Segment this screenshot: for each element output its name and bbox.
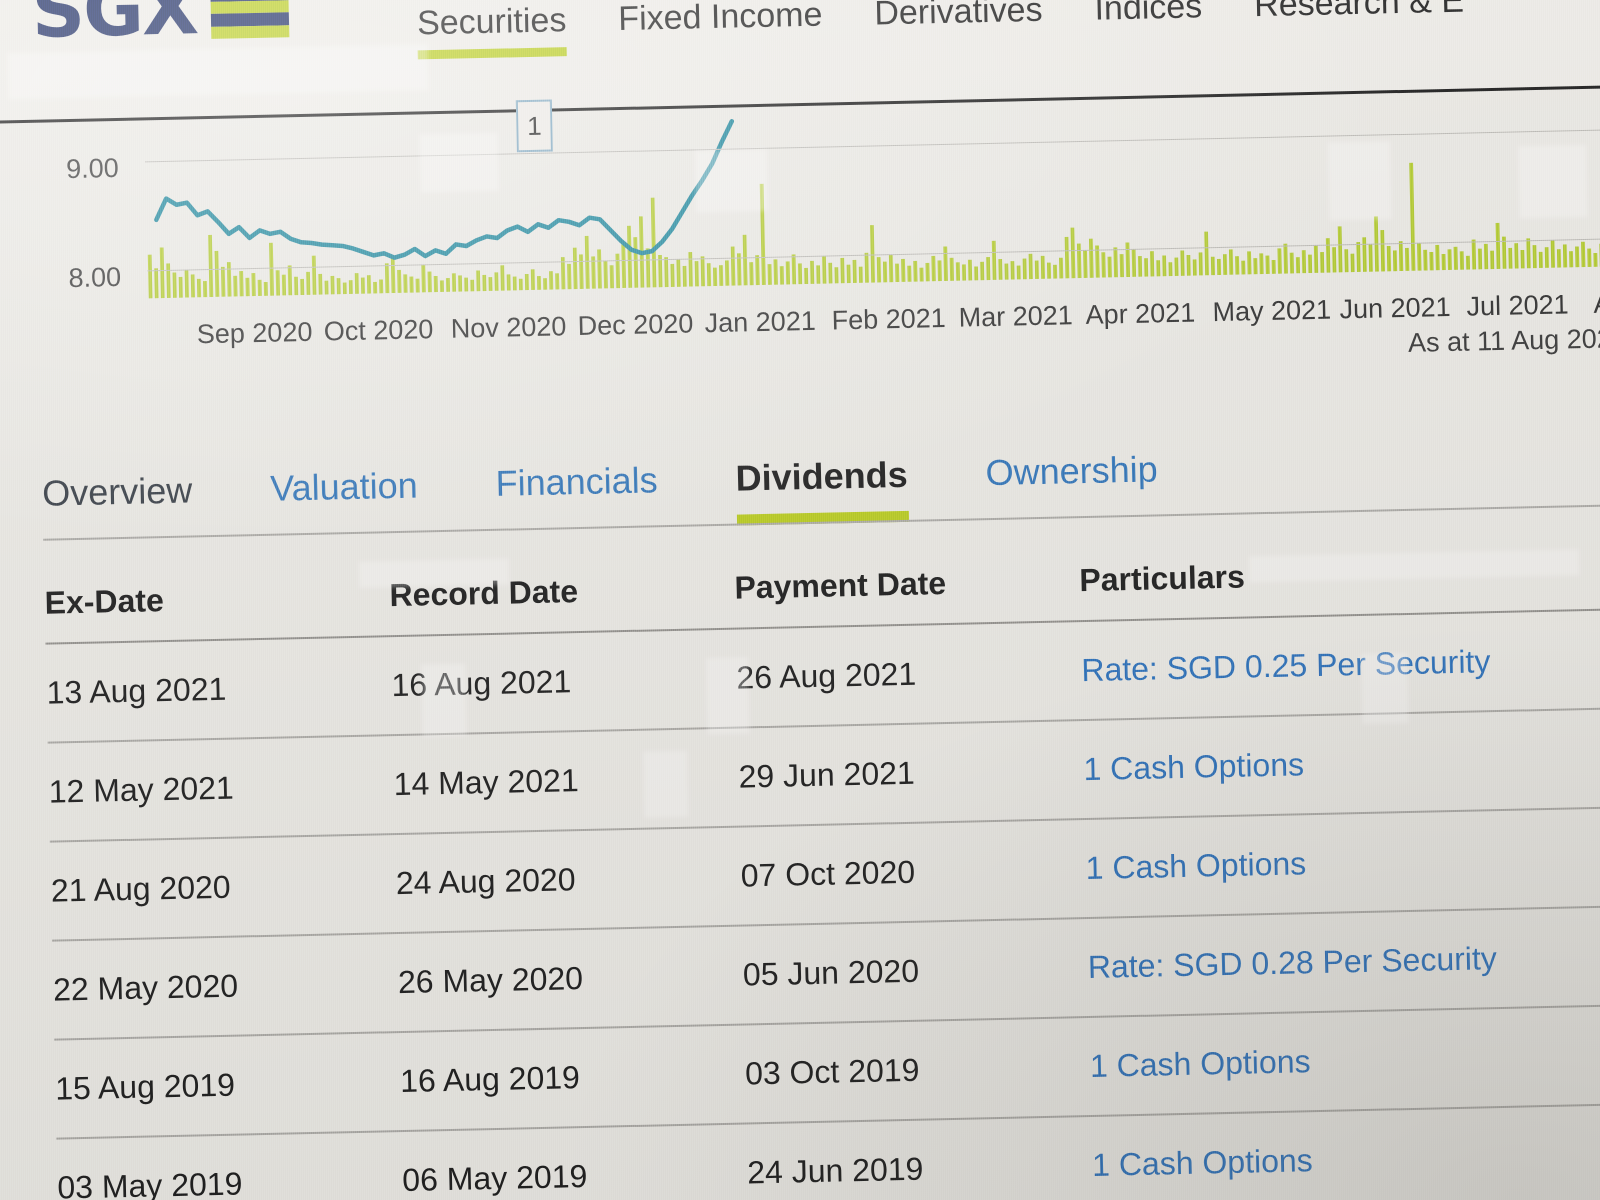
x-axis-tick: Feb 2021 (831, 302, 947, 336)
x-axis-tick: Jul 2021 (1466, 289, 1569, 322)
dividend-ex-date: 22 May 2020 (52, 967, 239, 1008)
column-header-particulars[interactable]: Particulars (1079, 549, 1600, 599)
x-axis-tick: May 2021 (1212, 294, 1332, 328)
dividend-payment-date: 24 Jun 2019 (746, 1150, 924, 1191)
dividend-record-date: 26 May 2020 (397, 960, 584, 1001)
dividend-ex-date: 13 Aug 2021 (46, 670, 227, 711)
browser-viewport: SGX Securities Fixed Income Derivatives Ind… (0, 0, 1600, 1200)
tab-dividends[interactable]: Dividends (735, 454, 908, 526)
x-axis-tick: Sep 2020 (196, 316, 313, 350)
dividend-record-date: 24 Aug 2020 (395, 861, 576, 902)
tab-ownership[interactable]: Ownership (985, 448, 1159, 520)
column-header-record-date[interactable]: Record Date (389, 569, 735, 614)
dividend-payment-date: 07 Oct 2020 (740, 853, 916, 894)
dividend-ex-date: 03 May 2019 (57, 1165, 243, 1200)
dividend-particulars-link[interactable]: 1 Cash Options (1092, 1134, 1600, 1184)
dividend-particulars-link[interactable]: 1 Cash Options (1090, 1035, 1600, 1085)
x-axis-tick: Jun 2021 (1339, 291, 1451, 325)
x-axis-tick: Apr 2021 (1085, 297, 1196, 330)
dividend-record-date: 06 May 2019 (401, 1157, 588, 1199)
screen-photo: SGX Securities Fixed Income Derivatives Ind… (0, 0, 1600, 1200)
dividend-particulars-link[interactable]: 1 Cash Options (1083, 738, 1600, 788)
tab-overview[interactable]: Overview (42, 469, 193, 540)
dividend-particulars-link[interactable]: Rate: SGD 0.28 Per Security (1087, 936, 1600, 986)
x-axis-tick: Mar 2021 (958, 300, 1074, 333)
dividend-record-date: 16 Aug 2019 (399, 1059, 581, 1100)
x-axis-tick: Oct 2020 (323, 314, 434, 347)
dividend-payment-date: 05 Jun 2020 (742, 952, 920, 993)
dividend-ex-date: 21 Aug 2020 (50, 868, 232, 909)
chart-svg (147, 118, 1600, 299)
y-axis-tick-9: 9.00 (65, 152, 120, 185)
nav-item-securities[interactable]: Securities (417, 1, 567, 59)
sgx-wordmark: SGX (30, 0, 198, 55)
chart-plot-area: 1 (144, 98, 1600, 316)
dividend-payment-date: 29 Jun 2021 (738, 754, 916, 795)
dividend-record-date: 16 Aug 2021 (391, 663, 572, 704)
nav-item-fixed-income[interactable]: Fixed Income (618, 0, 823, 55)
x-axis-tick: Aug (1593, 287, 1600, 319)
chart-annotation-1[interactable]: 1 (515, 99, 553, 153)
x-axis-tick: Nov 2020 (450, 311, 567, 344)
dividend-ex-date: 12 May 2021 (48, 769, 235, 810)
dividend-ex-date: 15 Aug 2019 (54, 1066, 236, 1107)
y-axis-tick-8: 8.00 (68, 261, 122, 294)
main-nav: Securities Fixed Income Derivatives Indices… (417, 0, 1465, 59)
sgx-logo[interactable]: SGX (30, 0, 290, 55)
tab-financials[interactable]: Financials (495, 459, 659, 531)
dividend-particulars-link[interactable]: 1 Cash Options (1085, 837, 1600, 887)
nav-item-research-e[interactable]: Research & E (1254, 0, 1465, 41)
dividend-payment-date: 26 Aug 2021 (736, 655, 917, 696)
column-header-payment-date[interactable]: Payment Date (734, 562, 1080, 607)
dividends-table: Ex-Date Record Date Payment Date Particu… (43, 527, 1600, 1200)
price-volume-chart: 9.00 8.00 1 Sep 2020 Oct 2020 Nov 2020 Dec … (0, 98, 1600, 385)
dividend-record-date: 14 May 2021 (393, 762, 580, 803)
dividend-payment-date: 03 Oct 2019 (744, 1051, 920, 1092)
as-at-timestamp: As at 11 Aug 2021 09 (1407, 322, 1600, 358)
x-axis-tick: Dec 2020 (577, 308, 694, 341)
sgx-stripes-icon (210, 0, 290, 39)
nav-item-indices[interactable]: Indices (1094, 0, 1203, 45)
nav-item-derivatives[interactable]: Derivatives (874, 0, 1043, 49)
column-header-ex-date[interactable]: Ex-Date (44, 577, 390, 622)
x-axis-tick: Jan 2021 (704, 305, 817, 339)
tab-valuation[interactable]: Valuation (270, 465, 419, 536)
dividend-particulars-link[interactable]: Rate: SGD 0.25 Per Security (1081, 639, 1600, 689)
